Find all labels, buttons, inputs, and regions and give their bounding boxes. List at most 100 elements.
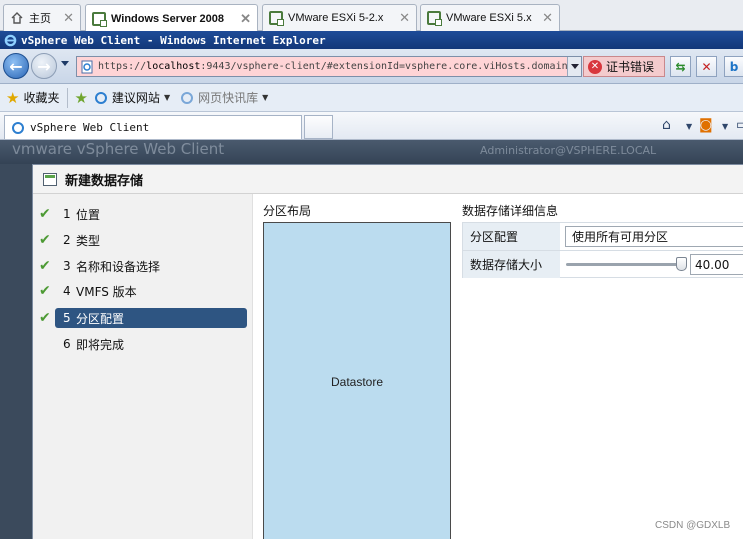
vsphere-user: Administrator@VSPHERE.LOCAL: [480, 144, 657, 157]
wizard-step-name-device[interactable]: ✔ 3 名称和设备选择: [39, 256, 247, 276]
new-tab-button[interactable]: [304, 115, 333, 139]
step-label: VMFS 版本: [76, 284, 137, 299]
error-icon: ✕: [588, 59, 602, 74]
wizard-step-location[interactable]: ✔ 1 位置: [39, 204, 247, 224]
step-number: 3: [63, 259, 71, 273]
close-icon[interactable]: ✕: [534, 10, 553, 26]
address-dropdown-icon[interactable]: [567, 57, 581, 76]
datastore-size-label: 数据存储大小: [463, 251, 560, 278]
stop-button[interactable]: ✕: [696, 56, 717, 77]
partition-layout-diagram: Datastore: [263, 222, 451, 539]
checkmark-icon: ✔: [39, 310, 51, 326]
address-toolbar: ← → https://localhost:9443/vsphere-clien…: [0, 49, 743, 84]
suggested-sites-link[interactable]: 建议网站 ▼: [94, 89, 170, 106]
vsphere-header: vmware vSphere Web Client Administrator@…: [0, 140, 743, 164]
add-favorite-button[interactable]: ★: [74, 89, 91, 107]
host-tab-label: 主页: [29, 13, 51, 25]
datastore-details-title: 数据存储详细信息: [462, 204, 559, 218]
step-label: 位置: [76, 207, 101, 222]
page-icon: [81, 60, 93, 73]
wizard-step-vmfs-version[interactable]: ✔ 4 VMFS 版本: [39, 281, 247, 301]
ie-logo-icon: [4, 34, 17, 46]
history-dropdown-icon[interactable]: [61, 61, 69, 66]
datastore-size-row: 数据存储大小 40.00: [463, 250, 743, 278]
host-tab-strip: 主页 ✕ Windows Server 2008 ✕ VMware ESXi 5…: [0, 0, 743, 32]
suggested-sites-label: 建议网站: [111, 91, 160, 105]
home-icon[interactable]: ⌂: [662, 117, 671, 133]
chevron-down-icon: ▼: [163, 93, 171, 102]
browser-tab-vsphere[interactable]: vSphere Web Client: [4, 115, 302, 139]
host-tab-windows-server[interactable]: Windows Server 2008 ✕: [85, 4, 258, 32]
step-number: 1: [63, 207, 71, 221]
datastore-size-input[interactable]: 40.00: [690, 254, 743, 275]
url-path: :9443/vsphere-client/#extensionId=vspher…: [200, 61, 568, 72]
chevron-down-icon: ▼: [262, 93, 269, 102]
host-tab-esxi-5-2[interactable]: VMware ESXi 5-2.x ✕: [262, 4, 417, 31]
partition-layout-title: 分区布局: [263, 204, 312, 218]
datastore-size-slider[interactable]: [566, 263, 682, 266]
host-tab-home[interactable]: 主页 ✕: [3, 4, 81, 31]
stop-icon: ✕: [701, 59, 712, 74]
search-provider-button[interactable]: b: [724, 56, 743, 77]
browser-tab-label: vSphere Web Client: [30, 121, 150, 134]
back-arrow-icon: ←: [9, 56, 23, 76]
checkmark-icon: ✔: [39, 283, 51, 299]
ie-page-icon: [94, 91, 107, 104]
back-button[interactable]: ←: [3, 53, 29, 79]
add-favorite-icon: ★: [74, 88, 88, 107]
wizard-step-ready-to-complete[interactable]: 6 即将完成: [55, 334, 247, 354]
datastore-details-table: 分区配置 使用所有可用分区 数据存储大小 40.00: [462, 222, 743, 278]
host-tab-label: VMware ESXi 5.x: [446, 12, 532, 24]
url-host: localhost: [146, 61, 201, 72]
window-title: vSphere Web Client - Windows Internet Ex…: [21, 33, 326, 47]
window-title-bar: vSphere Web Client - Windows Internet Ex…: [0, 31, 743, 49]
certificate-error-button[interactable]: ✕ 证书错误: [583, 56, 665, 77]
wizard-step-partition-config[interactable]: ✔ 5 分区配置: [39, 308, 247, 328]
ie-page-icon: [181, 91, 194, 104]
step-label: 分区配置: [76, 311, 125, 326]
partition-block-label: Datastore: [330, 374, 384, 389]
step-number: 6: [63, 337, 71, 351]
browser-tab-row: vSphere Web Client ⌂ ▼ ◙ ▼ ▭: [0, 112, 743, 140]
watermark: CSDN @GDXLB: [655, 520, 731, 531]
close-icon[interactable]: ✕: [232, 11, 251, 27]
step-label: 类型: [76, 233, 101, 248]
step-number: 5: [63, 311, 71, 325]
slider-thumb[interactable]: [676, 257, 687, 271]
forward-button[interactable]: →: [31, 53, 57, 79]
vm-icon: [427, 11, 442, 26]
certificate-error-label: 证书错误: [606, 60, 655, 74]
step-label: 名称和设备选择: [76, 259, 161, 274]
rss-feed-icon[interactable]: ◙: [699, 117, 713, 133]
vsphere-brand: vmware vSphere Web Client: [12, 140, 225, 158]
vm-icon: [92, 11, 107, 27]
host-tab-label: Windows Server 2008: [111, 12, 225, 25]
checkmark-icon: ✔: [39, 232, 51, 248]
url-prefix: https://: [98, 61, 147, 72]
step-number: 4: [63, 284, 71, 298]
new-datastore-dialog: 新建数据存储 ✔ 1 位置 ✔ 2 类型 ✔ 3 名称和设备选择 ✔ 4 VMF…: [32, 164, 743, 539]
print-icon[interactable]: ▭: [736, 117, 743, 133]
chevron-down-icon[interactable]: ▼: [722, 122, 728, 131]
forward-arrow-icon: →: [37, 56, 51, 76]
home-icon: [11, 12, 23, 24]
step-number: 2: [63, 233, 71, 247]
ie-page-icon: [12, 121, 24, 134]
host-tab-esxi-5[interactable]: VMware ESXi 5.x ✕: [420, 4, 560, 31]
partition-config-label: 分区配置: [463, 223, 560, 250]
chevron-down-icon[interactable]: ▼: [686, 122, 692, 131]
partition-config-select[interactable]: 使用所有可用分区: [565, 226, 743, 247]
refresh-button[interactable]: ⇆: [670, 56, 691, 77]
wizard-step-type[interactable]: ✔ 2 类型: [39, 230, 247, 250]
vm-icon: [269, 11, 284, 26]
close-icon[interactable]: ✕: [55, 10, 74, 26]
checkmark-icon: ✔: [39, 258, 51, 274]
favorites-bar: ★ 收藏夹 ★ 建议网站 ▼ 网页快讯库 ▼: [0, 84, 743, 112]
favorites-button[interactable]: ★ 收藏夹: [6, 89, 59, 107]
close-icon[interactable]: ✕: [391, 10, 410, 26]
divider: [67, 87, 69, 108]
address-bar[interactable]: https://localhost:9443/vsphere-client/#e…: [76, 56, 582, 77]
step-label: 即将完成: [76, 337, 125, 352]
web-slice-gallery-link[interactable]: 网页快讯库 ▼: [180, 89, 268, 106]
web-slice-gallery-label: 网页快讯库: [198, 91, 259, 105]
